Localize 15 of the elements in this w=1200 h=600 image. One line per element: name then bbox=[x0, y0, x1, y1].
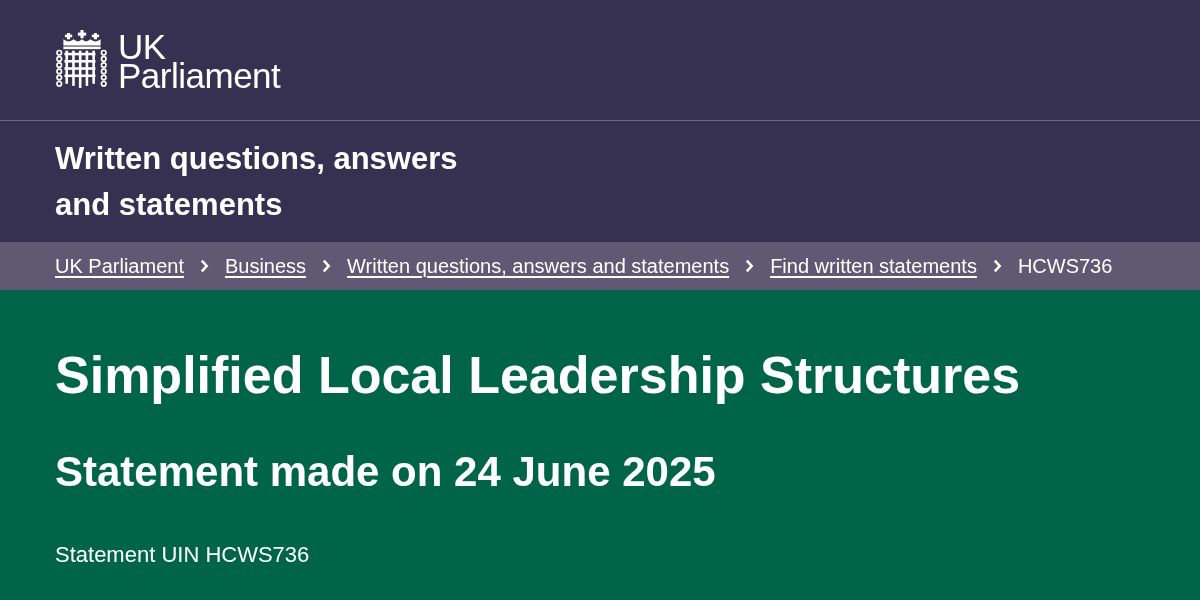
chevron-right-icon bbox=[199, 259, 209, 273]
section-title: Written questions, answers and statements bbox=[55, 139, 459, 224]
chevron-right-icon bbox=[992, 259, 1002, 273]
breadcrumb-link[interactable]: Written questions, answers and statements bbox=[347, 254, 730, 278]
chevron-right-icon bbox=[745, 259, 755, 273]
portcullis-crown-icon bbox=[56, 30, 108, 90]
home-logo-link[interactable]: UK Parliament bbox=[56, 30, 281, 90]
chevron-right-icon bbox=[322, 259, 332, 273]
statement-date: Statement made on 24 June 2025 bbox=[55, 447, 717, 497]
breadcrumb-link[interactable]: UK Parliament bbox=[55, 254, 184, 278]
breadcrumb-current-page: HCWS736 bbox=[1017, 254, 1113, 278]
statement-title: Simplified Local Leadership Structures bbox=[55, 345, 1022, 406]
statement-uin: Statement UIN HCWS736 bbox=[55, 541, 311, 569]
breadcrumb-link[interactable]: Find written statements bbox=[770, 254, 977, 278]
breadcrumb-link[interactable]: Business bbox=[224, 254, 307, 278]
